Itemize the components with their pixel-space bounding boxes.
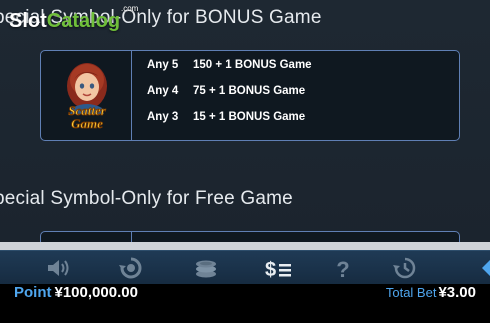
payout-award: 150 + 1 BONUS Game [193,59,312,71]
total-bet-value: ¥3.00 [438,284,476,301]
payout-count: Any 5 [147,59,179,71]
coins-icon[interactable] [193,256,219,280]
paytable-panel: pecial Symbol-Only for BONUS Game SlotCa… [0,0,490,250]
scatter-icon-line2: Game [71,116,103,131]
payout-row: Any 5 150 + 1 BONUS Game [147,59,312,71]
point-display: Point ¥100,000.00 [14,284,138,301]
scatter-paytable-box: Scatter Game Any 5 150 + 1 BONUS Game Any… [40,50,460,141]
box-divider [131,51,132,140]
help-icon[interactable]: ? [330,256,356,282]
autoplay-icon[interactable] [118,256,144,280]
next-arrow-icon[interactable] [478,256,490,280]
total-bet-display: Total Bet ¥3.00 [386,284,476,302]
paytable-icon[interactable]: $ [264,256,291,281]
sound-icon[interactable] [45,256,71,280]
payout-row: Any 3 15 + 1 BONUS Game [147,111,305,123]
payout-award: 15 + 1 BONUS Game [193,111,306,123]
watermark-com: .com [121,4,139,13]
scatter-symbol-icon: Scatter Game [52,56,122,136]
watermark-catalog: Catalog [46,10,121,32]
watermark-slot: Slot [9,10,47,32]
payout-count: Any 3 [147,111,179,123]
watermark-logo: SlotCatalog .com [9,4,138,33]
svg-text:?: ? [336,257,349,280]
bottom-toolbar: $ ? [0,250,490,285]
payout-count: Any 4 [147,85,179,97]
svg-text:$: $ [265,259,276,280]
panel-scroll-divider[interactable] [0,242,490,250]
point-label: Point [14,284,52,301]
payout-row: Any 4 75 + 1 BONUS Game [147,85,305,97]
total-bet-label: Total Bet [385,285,437,300]
section-title-free-game: pecial Symbol-Only for Free Game [0,188,293,209]
point-value: ¥100,000.00 [54,284,138,301]
history-icon[interactable] [392,256,418,280]
payout-award: 75 + 1 BONUS Game [193,85,306,97]
status-bar: Point ¥100,000.00 Total Bet ¥3.00 [0,284,490,323]
